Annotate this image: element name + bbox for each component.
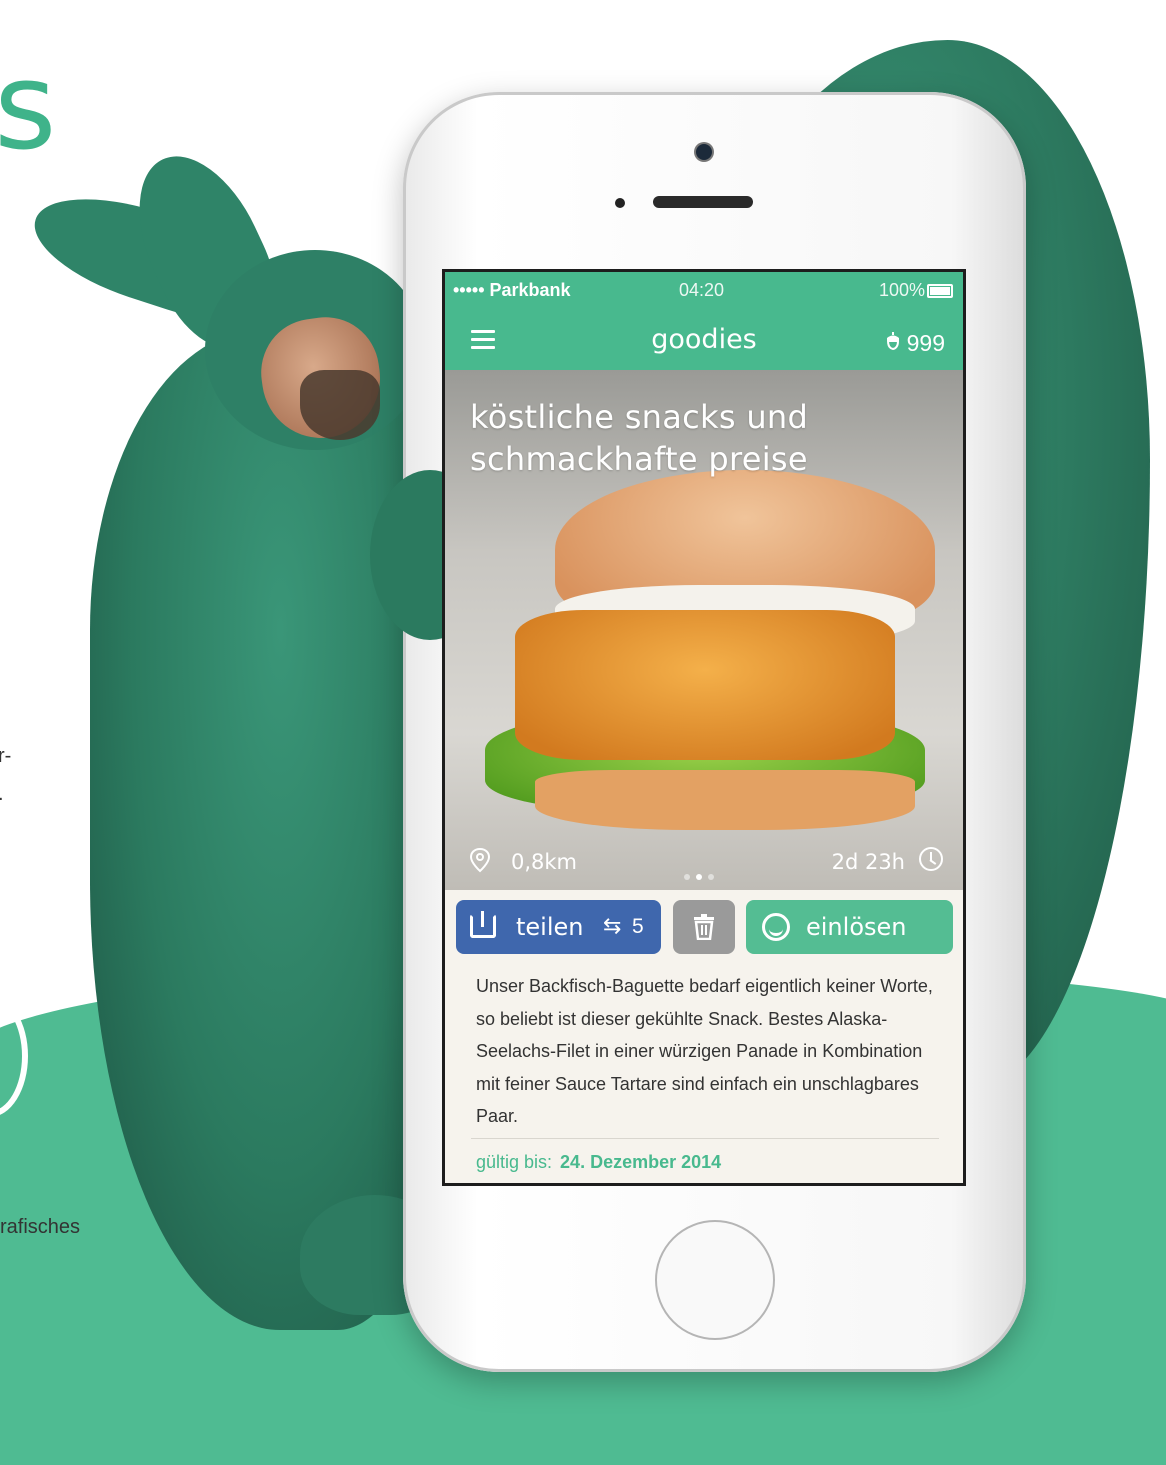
nav-bar: goodies 999	[445, 308, 963, 370]
battery-icon	[927, 284, 953, 298]
offer-meta: 0,8km 2d 23h	[445, 835, 963, 890]
battery-label: 100%	[878, 280, 925, 300]
repeat-icon: ⇆	[603, 914, 622, 939]
side-text-fragment: .	[0, 783, 4, 806]
share-count: 5	[632, 915, 644, 938]
carousel-dot[interactable]	[708, 874, 714, 880]
sandwich-image	[515, 610, 895, 760]
smiley-icon	[762, 913, 790, 941]
mascot-beard	[300, 370, 380, 440]
validity-label: gültig bis:	[476, 1152, 553, 1172]
time-remaining-label: 2d 23h	[831, 850, 905, 874]
headline-fragment: s	[0, 38, 57, 177]
share-label: teilen	[516, 913, 584, 941]
front-camera	[696, 144, 712, 160]
offer-description: Unser Backfisch-Baguette bedarf eigentli…	[476, 976, 933, 1126]
clock-label: 04:20	[679, 280, 725, 300]
action-bar: teilen ⇆ 5 einlösen	[445, 890, 963, 960]
offer-image[interactable]: köstliche snacks und schmackhafte preise	[445, 370, 963, 890]
location-pin-icon	[469, 847, 491, 873]
status-bar: ••••• Parkbank 04:20 100%	[445, 272, 963, 308]
redeem-button[interactable]: einlösen	[746, 900, 953, 954]
side-text-fragment: rafisches	[0, 1216, 81, 1238]
carousel-dots[interactable]	[681, 861, 717, 885]
divider	[471, 1138, 939, 1139]
carousel-dot[interactable]	[684, 874, 690, 880]
nut-icon	[886, 332, 900, 350]
distance-label: 0,8km	[511, 850, 578, 874]
earpiece-speaker	[653, 196, 753, 208]
redeem-label: einlösen	[806, 913, 907, 941]
side-text-fragment: r-	[0, 745, 12, 767]
proximity-sensor	[615, 198, 625, 208]
carrier-label: ••••• Parkbank	[453, 280, 571, 300]
trash-icon	[694, 914, 714, 940]
share-button[interactable]: teilen ⇆ 5	[456, 900, 661, 954]
nut-count[interactable]: 999	[907, 330, 945, 357]
carousel-dot-active[interactable]	[696, 874, 702, 880]
home-button[interactable]	[655, 1220, 775, 1340]
offer-title: köstliche snacks und schmackhafte preise	[470, 398, 809, 478]
app-screen: ••••• Parkbank 04:20 100% goodies 999 kö…	[442, 269, 966, 1186]
validity-date: 24. Dezember 2014	[560, 1152, 722, 1172]
validity-line: gültig bis: 24. Dezember 2014	[476, 1152, 721, 1173]
delete-button[interactable]	[673, 900, 735, 954]
clock-icon	[919, 847, 943, 871]
share-icon	[470, 911, 496, 938]
sandwich-image	[535, 770, 915, 830]
